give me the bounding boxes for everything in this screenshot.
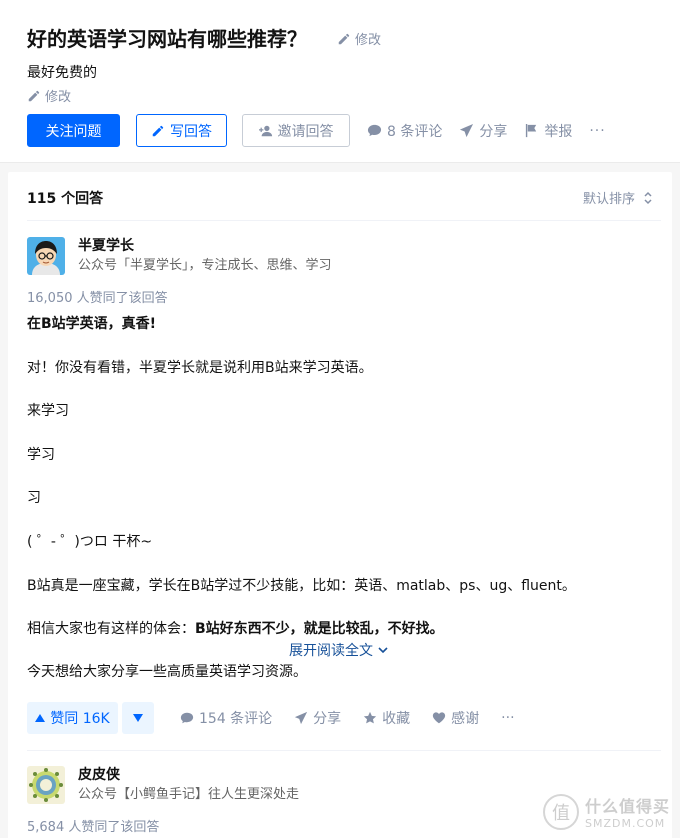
- thanks-button[interactable]: 感谢: [432, 708, 479, 728]
- chevron-down-icon: [378, 647, 388, 654]
- cartoon-avatar-image: [27, 237, 65, 275]
- smzdm-logo-icon: 值: [542, 793, 579, 830]
- answer-comments-button[interactable]: 154 条评论: [180, 708, 272, 728]
- question-report-button[interactable]: 举报: [524, 121, 572, 141]
- answer-actions: 赞同 16K 154 条评论 分享 收藏 感谢 ···: [27, 702, 515, 734]
- pencil-icon: [152, 125, 164, 136]
- answer-divider: [27, 750, 661, 751]
- share-label: 分享: [313, 711, 342, 727]
- star-icon: [364, 711, 377, 724]
- badge-avatar-image: [27, 766, 65, 804]
- favorite-label: 收藏: [382, 711, 411, 727]
- watermark-cn: 什么值得买: [584, 797, 670, 816]
- comments-label: 154 条评论: [199, 711, 273, 727]
- share-icon: [460, 123, 474, 138]
- smzdm-watermark: 值 什么值得买 SMZDM.COM: [542, 793, 670, 830]
- edit-title-link[interactable]: 修改: [337, 29, 381, 48]
- triangle-up-icon: [35, 714, 46, 722]
- answer-paragraph: 习: [27, 490, 41, 506]
- answer-paragraph: 相信大家也有这样的体会：B站好东西不少，就是比较乱，不好找。: [27, 618, 444, 638]
- report-label: 举报: [544, 123, 573, 140]
- favorite-button[interactable]: 收藏: [363, 708, 410, 728]
- author-name[interactable]: 皮皮侠: [78, 766, 299, 784]
- comment-icon: [180, 712, 194, 724]
- edit-detail-link[interactable]: 修改: [27, 86, 71, 105]
- downvote-button[interactable]: [122, 702, 154, 734]
- avatar[interactable]: [27, 237, 65, 275]
- answer-paragraph: 学习: [27, 447, 55, 463]
- answers-list-header: 115 个回答 默认排序: [27, 172, 661, 221]
- author-bio: 公众号【小鳄鱼手记】往人生更深处走: [78, 787, 300, 802]
- answer-paragraph: B站真是一座宝藏，学长在B站学过不少技能，比如：英语、matlab、ps、ug、…: [27, 578, 576, 594]
- avatar[interactable]: [27, 766, 65, 804]
- expand-answer-button[interactable]: 展开阅读全文: [289, 640, 389, 660]
- comment-icon: [367, 124, 382, 137]
- pencil-icon: [338, 33, 350, 44]
- paragraph-bold-text: B站好东西不少，就是比较乱，不好找。: [195, 621, 444, 637]
- triangle-down-icon: [133, 714, 143, 722]
- share-icon: [295, 711, 308, 725]
- answers-list: 115 个回答 默认排序 半夏学长 公众号「半夏学长」，专注成长、思维、学习 1…: [8, 172, 672, 838]
- sort-dropdown[interactable]: 默认排序: [583, 188, 653, 207]
- answer-paragraph: ( ゜- ゜)つロ 干杯~: [27, 534, 153, 550]
- write-answer-label: 写回答: [170, 123, 212, 140]
- answer-paragraph: 来学习: [27, 403, 69, 419]
- sort-label: 默认排序: [582, 192, 635, 207]
- answer-more-button[interactable]: ···: [501, 710, 514, 726]
- invite-answer-button[interactable]: 邀请回答: [242, 114, 350, 147]
- answer-share-button[interactable]: 分享: [294, 708, 341, 728]
- follow-question-button[interactable]: 关注问题: [27, 114, 120, 147]
- edit-label: 修改: [355, 33, 382, 48]
- invite-answer-label: 邀请回答: [277, 123, 334, 140]
- answer-count: 115 个回答: [27, 191, 104, 207]
- watermark-en: SMZDM.COM: [584, 817, 666, 830]
- add-user-icon: [258, 125, 272, 136]
- answer-paragraph: 今天想给大家分享一些高质量英语学习资源。: [27, 664, 307, 680]
- question-comments-button[interactable]: 8 条评论: [367, 121, 442, 141]
- answer-author: 半夏学长 公众号「半夏学长」，专注成长、思维、学习: [27, 237, 332, 275]
- paragraph-text: 相信大家也有这样的体会：: [27, 621, 195, 637]
- share-label: 分享: [479, 123, 508, 140]
- question-actions: 关注问题 写回答 邀请回答 8 条评论 分享 举报 ···: [27, 114, 606, 147]
- write-answer-button[interactable]: 写回答: [136, 114, 227, 147]
- upvote-label: 赞同 16K: [50, 711, 110, 727]
- author-name[interactable]: 半夏学长: [78, 237, 332, 255]
- question-share-button[interactable]: 分享: [459, 121, 507, 141]
- answer-author: 皮皮侠 公众号【小鳄鱼手记】往人生更深处走: [27, 766, 299, 804]
- more-options-button[interactable]: ···: [589, 123, 605, 139]
- flag-icon: [526, 123, 537, 138]
- comments-label: 8 条评论: [387, 123, 443, 140]
- question-header: 好的英语学习网站有哪些推荐？ 修改 最好免费的 修改 关注问题 写回答 邀请回答…: [0, 0, 680, 163]
- pencil-icon: [28, 90, 40, 101]
- edit-label: 修改: [45, 90, 72, 105]
- question-detail: 最好免费的: [27, 65, 97, 81]
- voters-count[interactable]: 5,684 人赞同了该回答: [27, 816, 159, 835]
- author-bio: 公众号「半夏学长」，专注成长、思维、学习: [78, 258, 332, 273]
- expand-label: 展开阅读全文: [289, 643, 373, 659]
- heart-icon: [433, 712, 446, 724]
- question-title: 好的英语学习网站有哪些推荐？: [27, 27, 307, 51]
- answer-paragraph: 对！你没有看错，半夏学长就是说利用B站来学习英语。: [27, 360, 373, 376]
- voters-count[interactable]: 16,050 人赞同了该回答: [27, 287, 168, 306]
- upvote-button[interactable]: 赞同 16K: [27, 702, 118, 734]
- answer-paragraph: 在B站学英语，真香!: [27, 316, 157, 332]
- thanks-label: 感谢: [451, 711, 480, 727]
- sort-arrows-icon: [644, 191, 652, 204]
